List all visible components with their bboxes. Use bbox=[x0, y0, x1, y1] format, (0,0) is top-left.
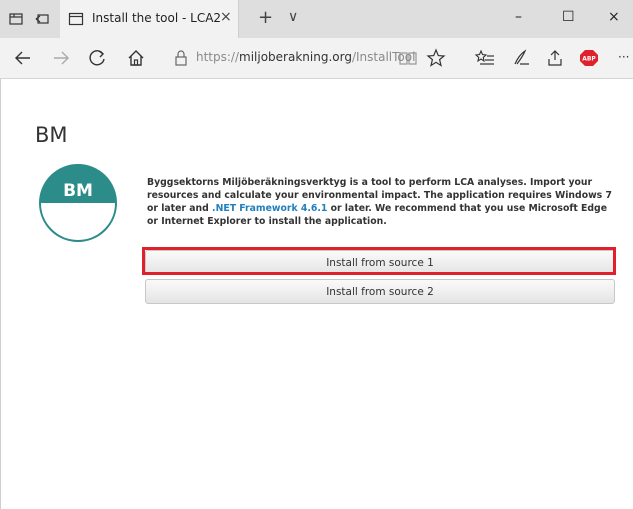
pen-notes-icon[interactable] bbox=[510, 47, 532, 69]
back-arrow-icon[interactable] bbox=[12, 47, 34, 69]
refresh-icon[interactable] bbox=[87, 47, 109, 69]
tab-close-icon[interactable]: × bbox=[220, 9, 232, 25]
page-icon bbox=[68, 12, 84, 26]
favorites-hub-icon[interactable] bbox=[474, 47, 496, 69]
title-bar: Install the tool - LCA2 × + ∨ – ☐ × bbox=[0, 0, 633, 38]
tab-preview-icon[interactable] bbox=[8, 11, 24, 27]
url-domain: miljoberakning.org bbox=[239, 50, 352, 64]
browser-tab[interactable]: Install the tool - LCA2 × bbox=[60, 0, 239, 38]
page-title: BM bbox=[35, 123, 68, 147]
adblock-icon[interactable]: ABP bbox=[578, 47, 600, 69]
bm-logo: BM bbox=[39, 164, 117, 242]
share-icon[interactable] bbox=[544, 47, 566, 69]
logo-text: BM bbox=[63, 181, 93, 201]
net-framework-link[interactable]: .NET Framework 4.6.1 bbox=[212, 203, 327, 214]
forward-arrow-icon[interactable] bbox=[50, 47, 72, 69]
minimize-icon[interactable]: – bbox=[515, 9, 522, 25]
close-window-icon[interactable]: × bbox=[608, 9, 620, 25]
description-text: Byggsektorns Miljöberäkningsverktyg is a… bbox=[147, 176, 615, 228]
window-border bbox=[0, 78, 1, 509]
new-tab-icon[interactable]: + bbox=[258, 7, 273, 28]
set-aside-tabs-icon[interactable] bbox=[34, 11, 50, 27]
chevron-down-icon[interactable]: ∨ bbox=[288, 9, 298, 25]
highlight-box bbox=[142, 247, 616, 275]
lock-icon bbox=[175, 50, 187, 66]
home-icon[interactable] bbox=[125, 47, 147, 69]
favorite-star-icon[interactable] bbox=[425, 47, 447, 69]
url-path: /InstallTool bbox=[351, 50, 416, 64]
maximize-icon[interactable]: ☐ bbox=[562, 9, 575, 25]
tab-title: Install the tool - LCA2 bbox=[92, 11, 222, 25]
svg-text:ABP: ABP bbox=[582, 56, 596, 63]
more-icon[interactable]: ··· bbox=[618, 50, 629, 64]
address-bar[interactable]: https://miljoberakning.org/InstallTool bbox=[196, 50, 415, 64]
url-prefix: https:// bbox=[196, 50, 240, 64]
install-source-2-button[interactable]: Install from source 2 bbox=[145, 279, 615, 304]
